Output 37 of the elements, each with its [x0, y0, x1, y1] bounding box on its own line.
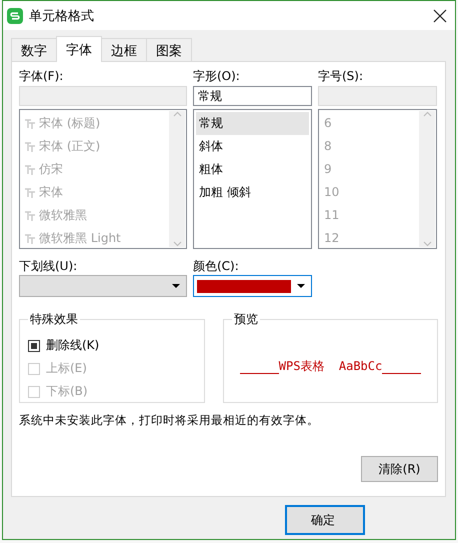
list-item[interactable]: 加粗 倾斜 — [196, 181, 309, 204]
app-logo-icon — [7, 8, 23, 24]
preview-text: WPS表格 AaBbCc — [278, 358, 382, 374]
field-label: 字形(O): — [193, 68, 241, 85]
checkbox-label: 下标(B) — [46, 383, 88, 400]
list-item[interactable]: 斜体 — [196, 135, 309, 158]
field-label: 下划线(U): — [19, 259, 78, 275]
window-title: 单元格格式 — [29, 8, 95, 24]
text-field[interactable]: 常规 — [193, 86, 312, 106]
clear-button[interactable]: 清除(R) — [361, 456, 438, 482]
font-icon — [25, 210, 35, 220]
font-icon — [25, 234, 35, 244]
font-warning-text: 系统中未安装此字体，打印时将采用最相近的有效字体。 — [19, 413, 320, 428]
text-field[interactable] — [19, 86, 187, 106]
font-icon — [25, 164, 35, 174]
field-label: 字体(F): — [19, 68, 64, 85]
field-label: 颜色(C): — [193, 259, 240, 275]
group-title: 预览 — [233, 311, 259, 328]
ok-button[interactable]: 确定 — [285, 505, 365, 535]
tab[interactable]: 数字 — [11, 38, 57, 62]
font-icon — [25, 142, 35, 152]
dropdown-arrow-icon — [172, 284, 180, 288]
checkbox-label: 删除线(K) — [46, 337, 100, 354]
checkbox-label: 上标(E) — [46, 360, 87, 377]
checkbox[interactable] — [28, 340, 40, 352]
list-item[interactable]: 粗体 — [196, 158, 309, 181]
tab[interactable]: 字体 — [56, 36, 102, 62]
font-icon — [25, 188, 35, 198]
font-icon — [25, 118, 35, 128]
field-label: 字号(S): — [318, 68, 364, 85]
color-dropdown[interactable] — [193, 275, 312, 297]
text-field[interactable] — [318, 86, 437, 106]
tab[interactable]: 图案 — [146, 38, 192, 62]
group-title: 特殊效果 — [29, 311, 79, 328]
close-icon[interactable] — [433, 8, 447, 22]
dropdown-arrow-icon — [297, 284, 305, 288]
list-item[interactable]: 常规 — [196, 112, 309, 135]
